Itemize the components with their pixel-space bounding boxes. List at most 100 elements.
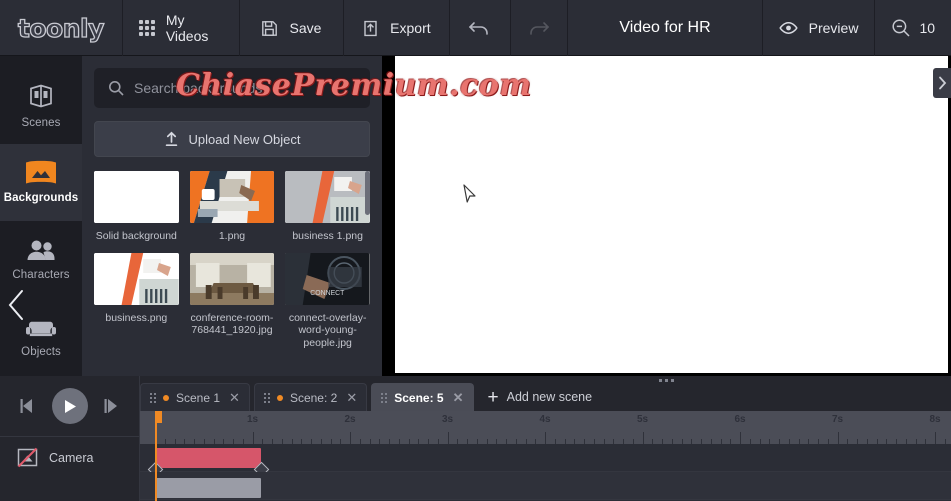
- drag-dots-icon: [381, 392, 388, 403]
- thumbnail-item[interactable]: business 1.png: [285, 171, 370, 243]
- my-videos-button[interactable]: My Videos: [123, 0, 241, 56]
- playhead-line: [155, 411, 157, 501]
- left-sidebar: Scenes Backgrounds Characters Objects: [0, 56, 82, 376]
- ruler-label: 8s: [929, 414, 941, 425]
- objects-icon: [24, 316, 58, 340]
- logo-text: toonly: [17, 13, 105, 43]
- thumbnail-label: connect-overlay-word-young-people.jpg: [288, 311, 367, 349]
- app-logo[interactable]: toonly: [0, 0, 123, 56]
- save-button[interactable]: Save: [240, 0, 344, 56]
- project-title[interactable]: Video for HR: [568, 0, 763, 56]
- redo-button[interactable]: [511, 0, 569, 56]
- scene-tab-2[interactable]: Scene: 2 ✕: [253, 383, 368, 411]
- preview-stage: [382, 56, 951, 376]
- plus-icon: +: [487, 386, 499, 408]
- drag-dots-icon: [150, 392, 156, 403]
- next-frame-button[interactable]: [102, 397, 122, 415]
- track-header-camera[interactable]: Camera: [0, 436, 139, 478]
- grid-icon: [138, 20, 155, 36]
- preview-button[interactable]: Preview: [763, 0, 876, 56]
- ruler-major-tick: [252, 432, 254, 444]
- background-thumbnail-grid: Solid background 1.png business 1.png bu…: [94, 171, 370, 349]
- camera-clip[interactable]: [155, 448, 261, 468]
- sidebar-item-backgrounds-label: Backgrounds: [3, 192, 79, 205]
- scene-tab-5[interactable]: Scene: 5 ✕: [371, 383, 474, 411]
- scene-status-dot-icon: [163, 394, 169, 401]
- ruler-label: 3s: [441, 414, 454, 425]
- mouse-cursor-icon: [463, 184, 477, 204]
- export-button[interactable]: Export: [344, 0, 451, 56]
- add-scene-label: Add new scene: [506, 390, 593, 404]
- thumbnail-image-business-white: [94, 252, 179, 305]
- add-new-scene-button[interactable]: + Add new scene: [478, 383, 603, 411]
- library-scrollbar-thumb[interactable]: [365, 171, 370, 215]
- eye-icon: [778, 21, 798, 35]
- sidebar-item-backgrounds[interactable]: Backgrounds: [0, 143, 82, 221]
- drag-dots-icon: [263, 392, 270, 403]
- undo-arrow-icon: [468, 19, 491, 38]
- scene-tab-1[interactable]: Scene 1 ✕: [140, 383, 250, 411]
- close-icon[interactable]: ✕: [346, 390, 357, 406]
- timeline-lane-camera[interactable]: [140, 444, 951, 478]
- ruler-major-tick: [837, 432, 839, 444]
- drag-handle-icon: [659, 378, 674, 382]
- close-icon[interactable]: ✕: [229, 390, 240, 406]
- sidebar-item-scenes[interactable]: Scenes: [0, 66, 82, 144]
- thumbnail-item[interactable]: CONNECT connect-overlay-word-young-peopl…: [285, 252, 370, 350]
- zoom-level-label: 10: [919, 20, 936, 36]
- thumbnail-item[interactable]: conference-room-768441_1920.jpg: [189, 252, 275, 350]
- svg-text:CONNECT: CONNECT: [311, 289, 346, 296]
- scene-tab-label: Scene 1: [176, 390, 221, 405]
- timeline-lane-second[interactable]: [140, 472, 951, 500]
- collapse-panel-button[interactable]: [6, 288, 28, 322]
- thumbnail-image-business-grey: [285, 171, 370, 223]
- thumbnail-item[interactable]: 1.png: [189, 171, 275, 243]
- characters-icon: [25, 239, 57, 263]
- thumbnail-image-solid-white: [94, 171, 179, 223]
- library-scrollbar[interactable]: [365, 171, 370, 351]
- track-label: Camera: [49, 450, 94, 465]
- undo-button[interactable]: [450, 0, 511, 56]
- ruler-label: 4s: [539, 414, 551, 425]
- thumbnail-label: business.png: [105, 311, 168, 324]
- ruler-label: 7s: [831, 414, 844, 425]
- ruler-label: 5s: [636, 414, 649, 425]
- thumbnail-label: conference-room-768441_1920.jpg: [190, 311, 274, 337]
- thumbnail-label: business 1.png: [292, 230, 363, 242]
- sidebar-item-objects-label: Objects: [21, 346, 61, 359]
- transport-controls: [0, 376, 139, 436]
- search-input[interactable]: [134, 80, 356, 96]
- timeline-tracks-area: 1s 2s 3s 4s 5s 6s 7s 8s: [140, 411, 951, 501]
- second-clip[interactable]: [155, 478, 261, 498]
- video-canvas[interactable]: [395, 56, 948, 373]
- close-icon[interactable]: ✕: [453, 390, 464, 406]
- playhead-handle[interactable]: [155, 411, 162, 423]
- upload-label: Upload New Object: [188, 131, 301, 147]
- play-button[interactable]: [51, 388, 88, 424]
- my-videos-label: My Videos: [165, 12, 209, 44]
- thumbnail-item[interactable]: business.png: [94, 252, 179, 350]
- thumbnail-image-conference-room: [189, 252, 275, 305]
- previous-frame-button[interactable]: [18, 397, 38, 415]
- ruler-major-tick: [642, 432, 644, 444]
- timeline-ruler[interactable]: 1s 2s 3s 4s 5s 6s 7s 8s: [140, 411, 951, 444]
- upload-icon: [164, 131, 179, 147]
- ruler-major-tick: [350, 432, 351, 444]
- thumbnail-image-desk-orange: [189, 171, 275, 223]
- backgrounds-library-panel: Upload New Object Solid background: [82, 56, 382, 376]
- project-title-text: Video for HR: [619, 19, 711, 36]
- sidebar-item-characters[interactable]: Characters: [0, 221, 82, 299]
- zoom-out-button[interactable]: 10: [875, 0, 951, 56]
- thumbnail-label: 1.png: [218, 230, 246, 242]
- search-backgrounds-box[interactable]: [94, 68, 370, 108]
- ruler-major-tick: [545, 432, 546, 444]
- ruler-major-tick: [447, 432, 449, 444]
- zoom-out-icon: [891, 18, 911, 38]
- upload-new-object-button[interactable]: Upload New Object: [94, 121, 370, 157]
- sidebar-item-characters-label: Characters: [12, 268, 70, 281]
- ruler-label: 1s: [246, 414, 259, 425]
- thumbnail-item[interactable]: Solid background: [94, 171, 179, 243]
- floppy-disk-icon: [261, 20, 278, 37]
- thumbnail-image-connect-overlay: CONNECT: [285, 252, 370, 305]
- open-right-panel-button[interactable]: [933, 68, 951, 98]
